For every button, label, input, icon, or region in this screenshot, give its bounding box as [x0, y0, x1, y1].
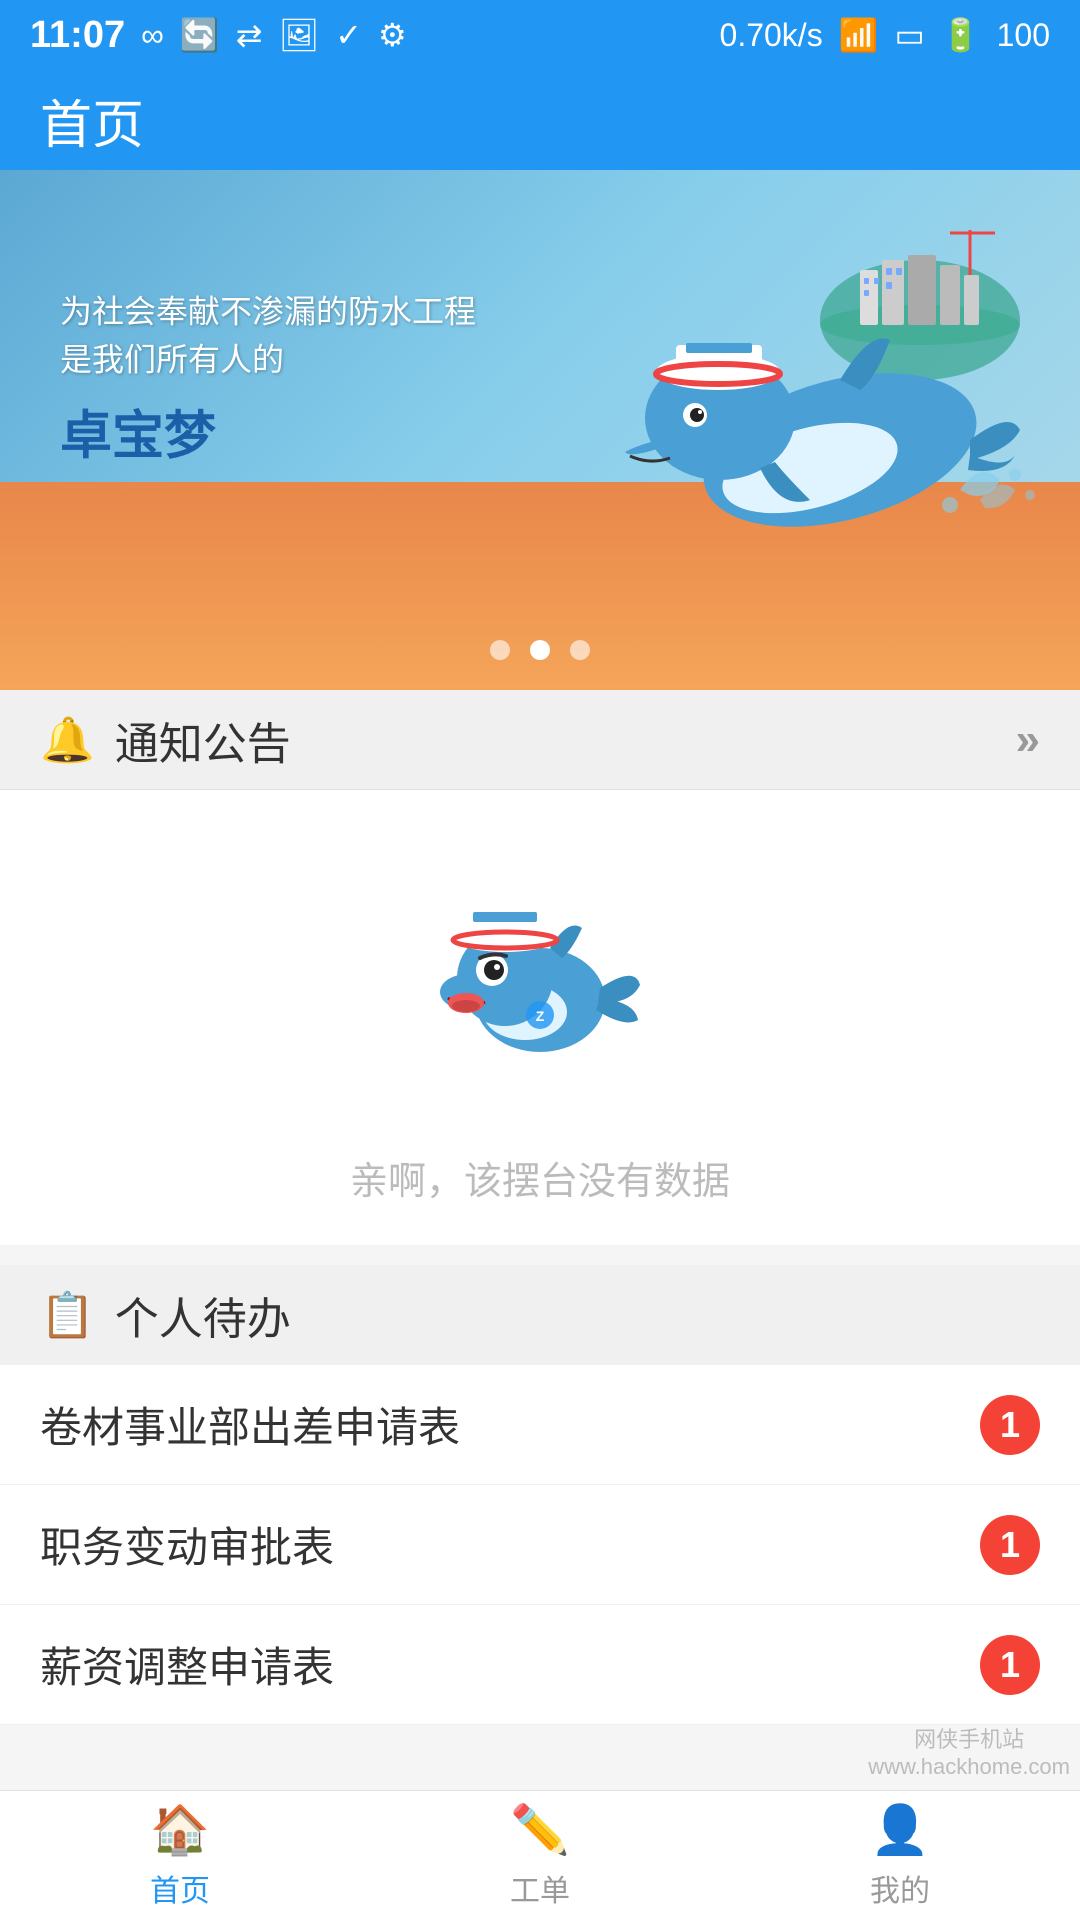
workorder-icon: ✏️ — [510, 1801, 570, 1858]
banner-slide: 为社会奉献不渗漏的防水工程 是我们所有人的 卓宝梦 — [0, 170, 1080, 690]
carousel-dot-1[interactable] — [490, 640, 510, 660]
home-icon: 🏠 — [150, 1801, 210, 1858]
banner-brand: 卓宝梦 — [60, 394, 476, 469]
bell-icon: 🔔 — [40, 714, 95, 766]
todo-badge-2: 1 — [980, 1515, 1040, 1575]
nav-label-home: 首页 — [150, 1866, 210, 1910]
empty-text: 亲啊，该摆台没有数据 — [350, 1150, 730, 1205]
notice-title: 通知公告 — [115, 708, 291, 772]
dolphin-illustration — [600, 200, 1060, 600]
status-right: 0.70k/s 📶 ▭ 🔋 100 — [720, 16, 1050, 54]
watermark: 网侠手机站 www.hackhome.com — [868, 1722, 1070, 1780]
status-time: 11:07 — [30, 14, 125, 57]
battery-level: 100 — [997, 17, 1050, 54]
status-bar: 11:07 ∞ 🔄 ⇄ 🖼 ✓ ⚙ 0.70k/s 📶 ▭ 🔋 100 — [0, 0, 1080, 70]
todo-badge-3: 1 — [980, 1635, 1040, 1695]
todo-item-name-1: 卷材事业部出差申请表 — [40, 1394, 460, 1455]
battery-icon: 🔋 — [941, 16, 981, 54]
usb-icon: ⇄ — [236, 16, 263, 54]
app-header: 首页 — [0, 70, 1080, 170]
status-left: 11:07 ∞ 🔄 ⇄ 🖼 ✓ ⚙ — [30, 14, 407, 57]
mascot-image: Z — [400, 850, 680, 1130]
banner-slogan: 为社会奉献不渗漏的防水工程 是我们所有人的 — [60, 288, 476, 384]
nav-label-workorder: 工单 — [510, 1866, 570, 1910]
empty-state-area: Z 亲啊，该摆台没有数据 — [0, 790, 1080, 1245]
watermark-line1: 网侠手机站 — [868, 1722, 1070, 1754]
svg-text:Z: Z — [536, 1008, 545, 1024]
nav-item-home[interactable]: 🏠 首页 — [0, 1791, 360, 1920]
profile-icon: 👤 — [870, 1801, 930, 1858]
carousel-dot-3[interactable] — [570, 640, 590, 660]
bottom-nav: 🏠 首页 ✏️ 工单 👤 我的 — [0, 1790, 1080, 1920]
person-icon: ⚙ — [378, 16, 407, 54]
notice-title-area: 🔔 通知公告 — [40, 708, 291, 772]
nav-item-workorder[interactable]: ✏️ 工单 — [360, 1791, 720, 1920]
todo-item-name-3: 薪资调整申请表 — [40, 1634, 334, 1695]
notice-section-header[interactable]: 🔔 通知公告 » — [0, 690, 1080, 790]
carousel-dot-2[interactable] — [530, 640, 550, 660]
todo-item-3[interactable]: 薪资调整申请表 1 — [0, 1605, 1080, 1725]
todo-badge-1: 1 — [980, 1395, 1040, 1455]
wifi-icon: 📶 — [839, 16, 879, 54]
todo-item-1[interactable]: 卷材事业部出差申请表 1 — [0, 1365, 1080, 1485]
image-icon: 🖼 — [279, 16, 320, 54]
nav-label-profile: 我的 — [870, 1866, 930, 1910]
watermark-line2: www.hackhome.com — [868, 1754, 1070, 1780]
todo-title: 个人待办 — [115, 1283, 291, 1347]
network-speed: 0.70k/s — [720, 17, 823, 54]
notice-more-button[interactable]: » — [1016, 715, 1040, 765]
todo-item-name-2: 职务变动审批表 — [40, 1514, 334, 1575]
todo-item-2[interactable]: 职务变动审批表 1 — [0, 1485, 1080, 1605]
banner-carousel[interactable]: 为社会奉献不渗漏的防水工程 是我们所有人的 卓宝梦 — [0, 170, 1080, 690]
check-icon: ✓ — [335, 16, 362, 54]
carousel-dots[interactable] — [490, 640, 590, 660]
todo-list: 卷材事业部出差申请表 1 职务变动审批表 1 薪资调整申请表 1 — [0, 1365, 1080, 1725]
sync-icon: 🔄 — [180, 16, 220, 54]
signal-icon: ▭ — [895, 16, 925, 54]
banner-text: 为社会奉献不渗漏的防水工程 是我们所有人的 卓宝梦 — [60, 288, 476, 469]
page-title: 首页 — [40, 83, 144, 158]
todo-icon: 📋 — [40, 1289, 95, 1341]
infinite-icon: ∞ — [141, 17, 164, 54]
nav-item-profile[interactable]: 👤 我的 — [720, 1791, 1080, 1920]
todo-section-header: 📋 个人待办 — [0, 1265, 1080, 1365]
